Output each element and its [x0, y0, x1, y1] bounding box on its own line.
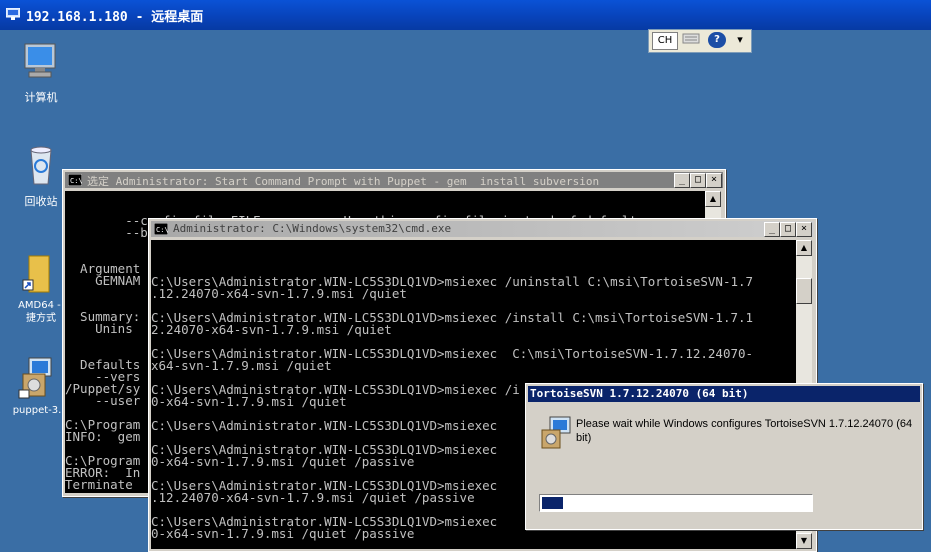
installer-title: TortoiseSVN 1.7.12.24070 (64 bit)	[530, 387, 749, 400]
cmd-window-title: Administrator: C:\Windows\system32\cmd.e…	[173, 222, 452, 235]
options-arrow-icon[interactable]: ▾	[733, 32, 747, 48]
minimize-button[interactable]: _	[674, 173, 690, 188]
installer-dialog[interactable]: TortoiseSVN 1.7.12.24070 (64 bit) Please…	[525, 383, 923, 530]
console-line: .12.24070-x64-svn-1.7.9.msi /quiet	[151, 286, 407, 301]
console-line: 2.24070-x64-svn-1.7.9.msi /quiet	[151, 322, 392, 337]
close-button[interactable]: ×	[706, 173, 722, 188]
desktop-icon-label: 计算机	[24, 91, 58, 104]
svg-text:C:\: C:\	[156, 226, 168, 234]
rdp-window-title: 192.168.1.180 - 远程桌面	[26, 10, 204, 25]
desktop-icon-computer[interactable]: 计算机	[6, 40, 76, 105]
rdp-title-bar[interactable]: 192.168.1.180 - 远程桌面	[0, 0, 931, 30]
installer-titlebar[interactable]: TortoiseSVN 1.7.12.24070 (64 bit)	[528, 386, 920, 402]
scroll-up-arrow-icon[interactable]: ▲	[705, 191, 721, 207]
puppet-window-title: 选定 Administrator: Start Command Prompt w…	[87, 175, 600, 188]
installer-package-icon	[18, 357, 52, 399]
remote-desktop-icon	[6, 8, 20, 20]
puppet-window-titlebar[interactable]: C:\ 选定 Administrator: Start Command Prom…	[65, 172, 723, 188]
rdp-connection-bar: CH ? ▾	[648, 29, 752, 53]
keyboard-icon[interactable]	[680, 32, 702, 48]
svg-text:C:\: C:\	[70, 177, 82, 185]
installer-package-icon	[541, 416, 571, 449]
console-line: x64-svn-1.7.9.msi /quiet	[151, 358, 332, 373]
close-button[interactable]: ×	[796, 222, 812, 237]
folder-shortcut-icon	[22, 255, 50, 293]
maximize-button[interactable]: □	[690, 173, 706, 188]
console-icon: C:\	[68, 174, 82, 186]
cmd-window-titlebar[interactable]: C:\ Administrator: C:\Windows\system32\c…	[151, 221, 814, 237]
installer-progress-fill	[542, 497, 563, 509]
scroll-down-arrow-icon[interactable]: ▼	[796, 533, 812, 549]
language-button[interactable]: CH	[652, 32, 678, 50]
minimize-button[interactable]: _	[764, 222, 780, 237]
maximize-button[interactable]: □	[780, 222, 796, 237]
scroll-up-arrow-icon[interactable]: ▲	[796, 240, 812, 256]
installer-message: Please wait while Windows configures Tor…	[576, 418, 913, 444]
computer-icon	[24, 43, 56, 78]
help-icon[interactable]: ?	[708, 32, 726, 48]
console-icon: C:\	[154, 223, 168, 235]
scroll-thumb[interactable]	[796, 278, 812, 304]
installer-progress-bar	[539, 494, 813, 512]
recycle-bin-icon	[30, 146, 52, 185]
